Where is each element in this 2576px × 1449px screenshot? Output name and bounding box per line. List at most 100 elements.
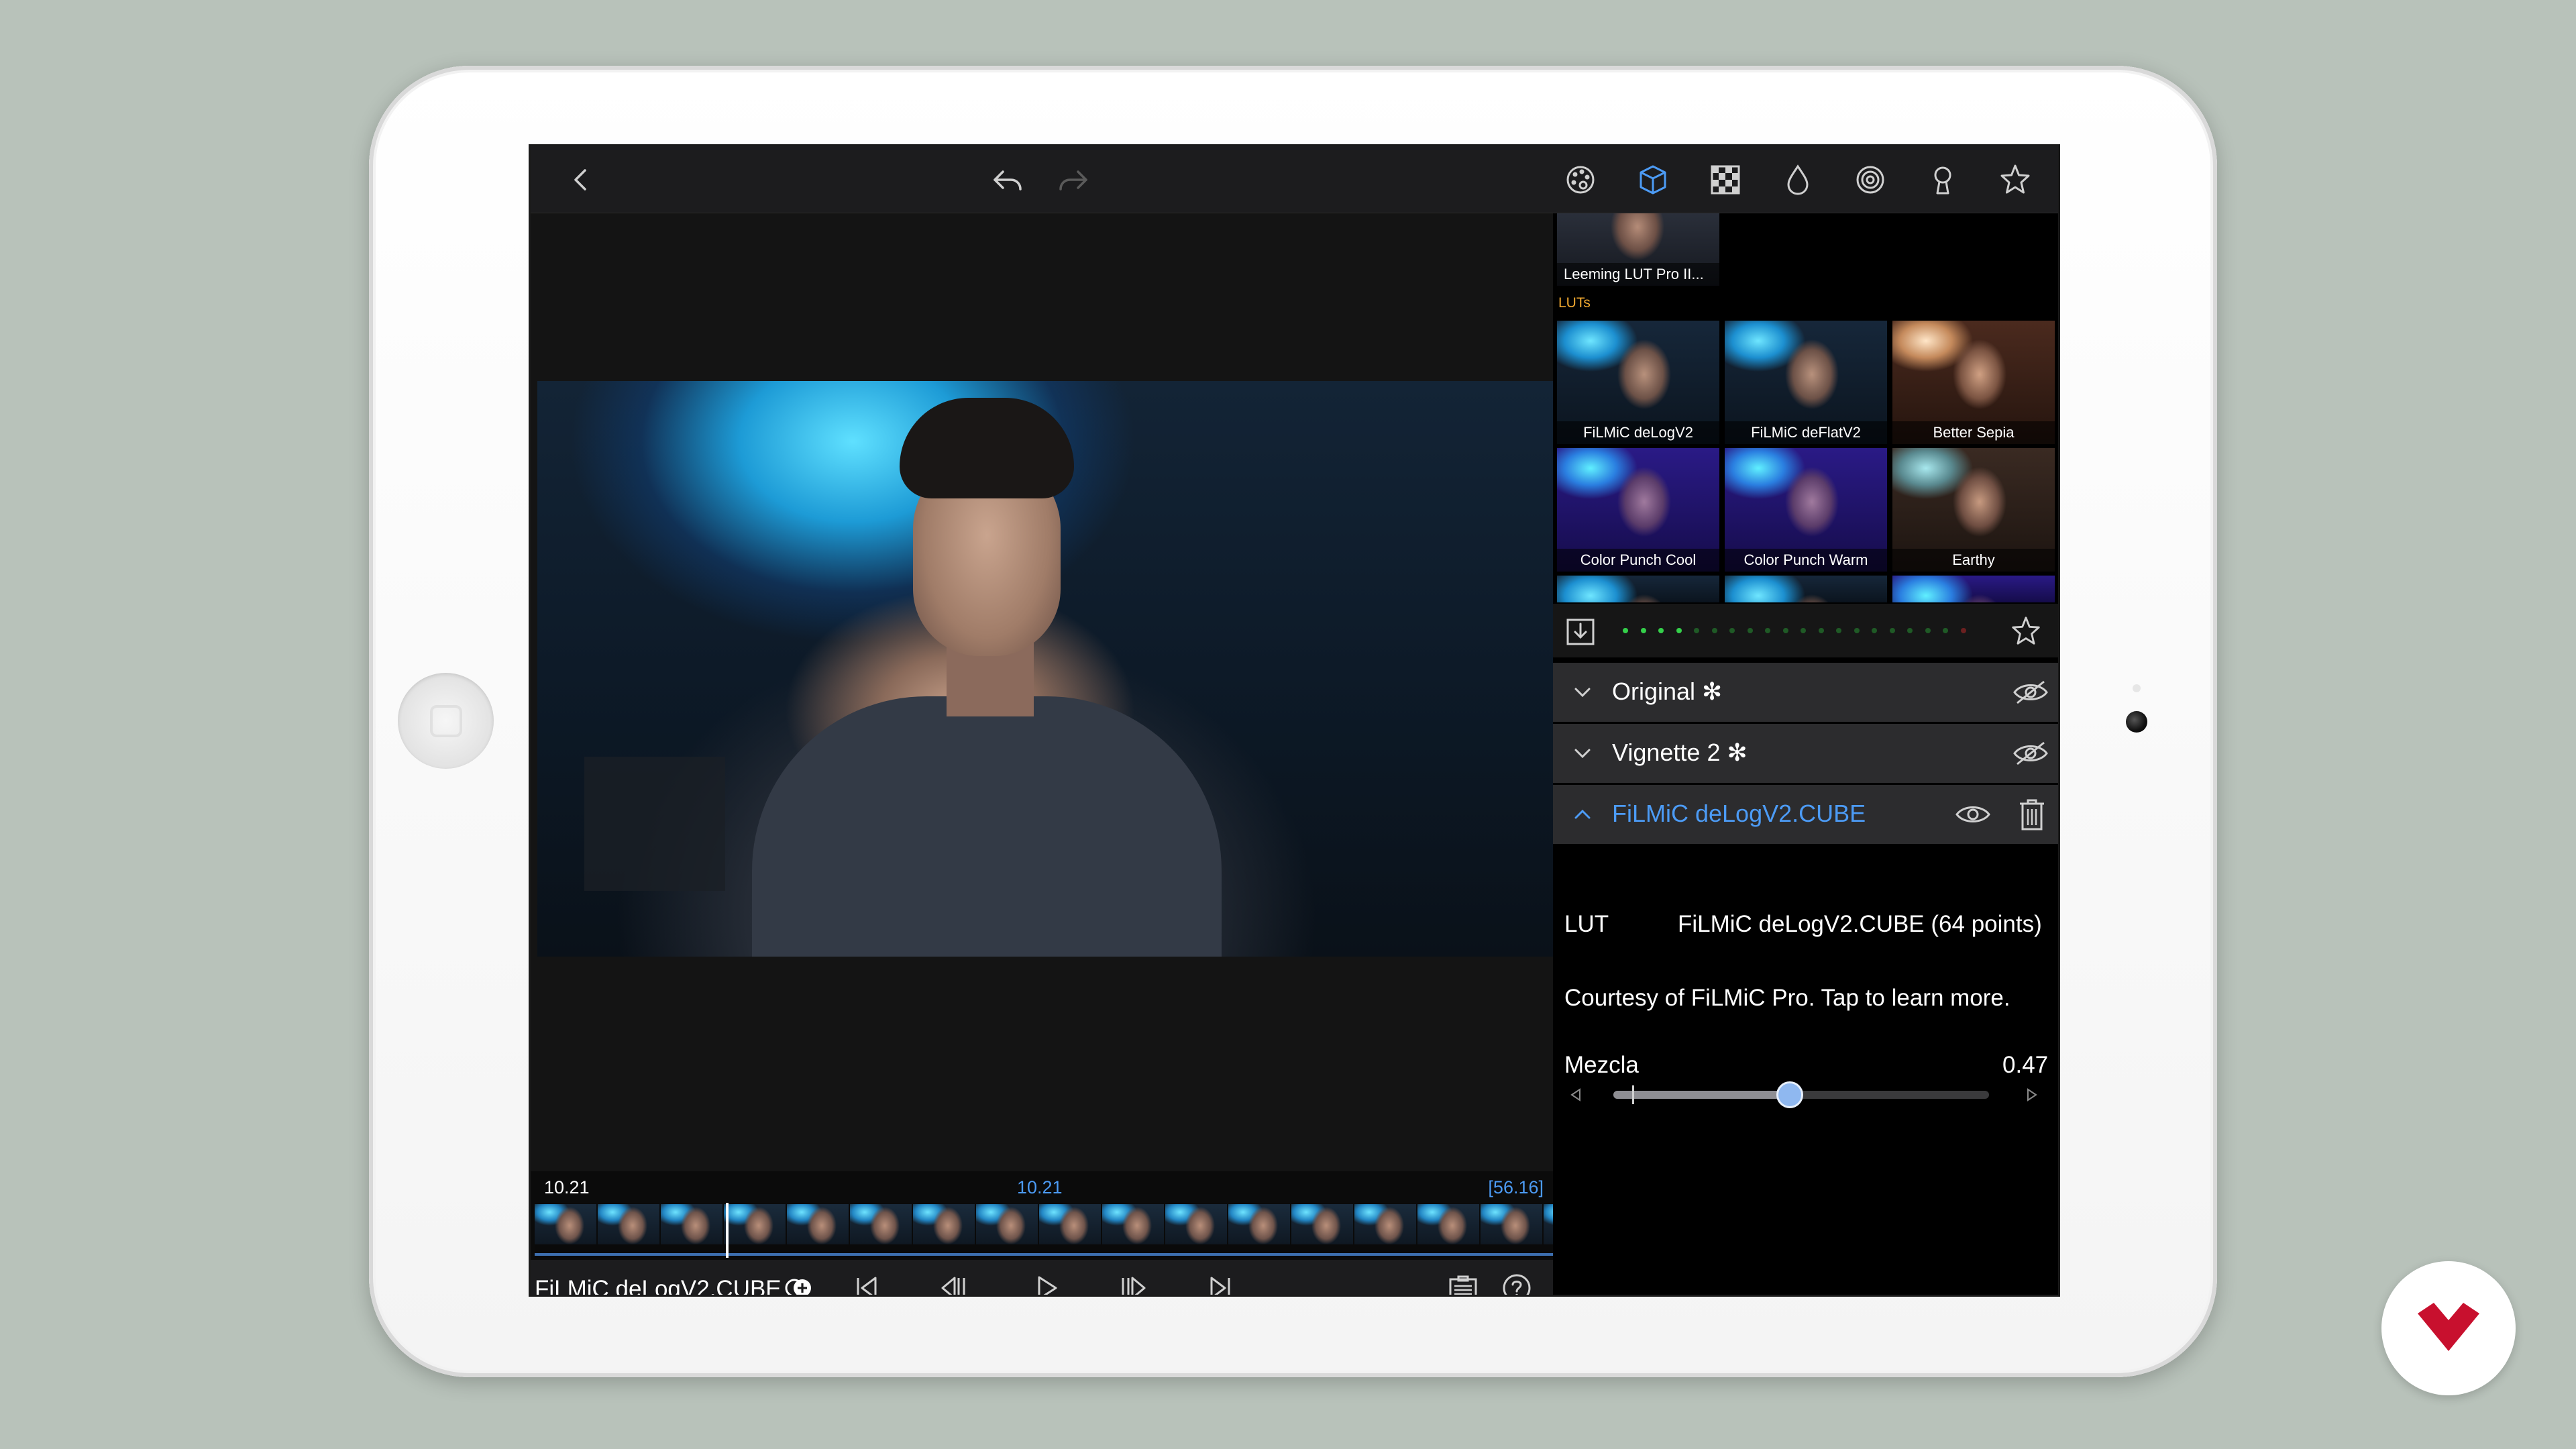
lut-cube-icon[interactable]	[1633, 160, 1673, 200]
undo-icon[interactable]	[987, 160, 1027, 200]
mix-slider-default-tick	[1632, 1085, 1634, 1104]
clipboard-icon[interactable]	[1444, 1269, 1482, 1295]
lut-thumb[interactable]: Earthy	[1892, 448, 2055, 572]
chevron-left-icon[interactable]	[561, 160, 601, 200]
clip-name: FiLMiC deLogV2.CUBE	[535, 1276, 782, 1297]
page-dot[interactable]	[1854, 628, 1860, 633]
timeline-position-left: 10.21	[544, 1177, 590, 1197]
page-dot[interactable]	[1711, 628, 1717, 633]
lut-value[interactable]: FiLMiC deLogV2.CUBE (64 points)	[1678, 911, 2042, 938]
lut-thumb-label: FiLMiC deFlatV2	[1725, 421, 1887, 444]
page-dot[interactable]	[1872, 628, 1877, 633]
mix-value: 0.47	[2002, 1052, 2049, 1078]
filmstrip[interactable]	[535, 1203, 1553, 1258]
filmstrip-frame	[724, 1204, 787, 1244]
hidden-eye-icon[interactable]	[2012, 739, 2049, 768]
filmstrip-frame	[787, 1204, 850, 1244]
layer-vignette[interactable]: Vignette 2 ✻	[1553, 724, 2058, 783]
skip-end-icon[interactable]	[1201, 1269, 1239, 1295]
layer-name: Original ✻	[1612, 678, 1723, 705]
page-dot[interactable]	[1907, 628, 1913, 633]
home-square-icon	[430, 705, 462, 737]
background-board	[584, 757, 725, 891]
effects-panel: Leeming LUT Pro II... LUTs FiLMiC deLogV…	[1553, 213, 2058, 1295]
drop-icon[interactable]	[1778, 160, 1818, 200]
page-dot[interactable]	[1676, 628, 1682, 633]
lut-pack-thumb[interactable]: Leeming LUT Pro II...	[1557, 213, 1719, 286]
step-forward-icon[interactable]	[1114, 1269, 1152, 1295]
filmstrip-frame	[1165, 1204, 1228, 1244]
lut-thumb[interactable]: Color Punch Warm	[1725, 448, 1887, 572]
page-dot[interactable]	[1658, 628, 1664, 633]
page-dot[interactable]	[1765, 628, 1770, 633]
decrement-arrow-icon[interactable]	[1566, 1085, 1585, 1104]
page-dot[interactable]	[1782, 628, 1788, 633]
lut-thumb[interactable]: FiLMiC deFlatV2	[1725, 321, 1887, 444]
lut-thumb-partial[interactable]	[1557, 576, 1719, 602]
page-dot[interactable]	[1694, 628, 1699, 633]
help-icon[interactable]	[1498, 1269, 1536, 1295]
skip-start-icon[interactable]	[848, 1269, 885, 1295]
checker-pattern-icon[interactable]	[1705, 160, 1746, 200]
star-icon[interactable]	[1995, 160, 2035, 200]
front-camera	[2126, 711, 2147, 733]
playhead[interactable]	[726, 1203, 729, 1258]
mix-label: Mezcla	[1564, 1052, 1639, 1078]
mix-slider-fill	[1613, 1091, 1790, 1099]
lut-thumb-image	[1557, 576, 1719, 602]
filmstrip-frame	[976, 1204, 1039, 1244]
increment-arrow-icon[interactable]	[2023, 1085, 2041, 1104]
lut-thumb[interactable]: Better Sepia	[1892, 321, 2055, 444]
lut-thumb-partial[interactable]	[1892, 576, 2055, 602]
brand-logo	[2381, 1261, 2516, 1395]
layer-filmic-delog[interactable]: FiLMiC deLogV2.CUBE	[1553, 785, 2058, 844]
lut-thumb-label: Color Punch Cool	[1557, 549, 1719, 572]
favorite-star-icon[interactable]	[2009, 614, 2043, 648]
timeline-duration: [56.16]	[1488, 1177, 1544, 1197]
lut-thumb-label: FiLMiC deLogV2	[1557, 421, 1719, 444]
lut-thumb[interactable]: FiLMiC deLogV2	[1557, 321, 1719, 444]
courtesy-link[interactable]: Courtesy of FiLMiC Pro. Tap to learn mor…	[1564, 985, 2010, 1012]
video-preview[interactable]	[537, 381, 1553, 957]
lut-thumb-label: Better Sepia	[1892, 421, 2055, 444]
page-dot[interactable]	[1623, 628, 1628, 633]
chevron-up-icon[interactable]	[1572, 804, 1593, 825]
add-layer-icon[interactable]	[780, 1269, 818, 1295]
lut-thumb[interactable]: Color Punch Cool	[1557, 448, 1719, 572]
layer-original[interactable]: Original ✻	[1553, 663, 2058, 722]
mix-slider-knob[interactable]	[1776, 1081, 1804, 1108]
keyhole-icon[interactable]	[1923, 160, 1963, 200]
page-dot[interactable]	[1889, 628, 1895, 633]
page-dot[interactable]	[1818, 628, 1824, 633]
home-button[interactable]	[398, 673, 494, 769]
filmstrip-frame	[1481, 1204, 1544, 1244]
chevron-down-icon[interactable]	[1572, 743, 1593, 764]
chevron-down-icon[interactable]	[1572, 682, 1593, 703]
mix-slider[interactable]	[1613, 1081, 1989, 1108]
page-dot[interactable]	[1747, 628, 1753, 633]
download-icon[interactable]	[1564, 614, 1597, 648]
spiral-icon[interactable]	[1850, 160, 1890, 200]
page-dot[interactable]	[1960, 628, 1966, 633]
redo-icon[interactable]	[1054, 160, 1094, 200]
page-dot[interactable]	[1640, 628, 1646, 633]
lut-pager-row	[1553, 604, 2058, 657]
filmstrip-frame	[850, 1204, 913, 1244]
page-dot[interactable]	[1836, 628, 1841, 633]
step-back-icon[interactable]	[935, 1269, 973, 1295]
trash-icon[interactable]	[2017, 797, 2047, 832]
hidden-eye-icon[interactable]	[2012, 678, 2049, 707]
filmstrip-frame	[1354, 1204, 1417, 1244]
eye-icon[interactable]	[1954, 800, 1992, 829]
filmstrip-frame	[1102, 1204, 1165, 1244]
filmstrip-frame	[913, 1204, 976, 1244]
palette-icon[interactable]	[1560, 160, 1601, 200]
page-dot[interactable]	[1801, 628, 1806, 633]
page-dot[interactable]	[1925, 628, 1931, 633]
lut-thumb-partial[interactable]	[1725, 576, 1887, 602]
luts-section-label: LUTs	[1558, 295, 1591, 311]
page-dot[interactable]	[1729, 628, 1735, 633]
filmstrip-frame	[1417, 1204, 1481, 1244]
play-icon[interactable]	[1027, 1269, 1065, 1295]
page-dot[interactable]	[1943, 628, 1948, 633]
